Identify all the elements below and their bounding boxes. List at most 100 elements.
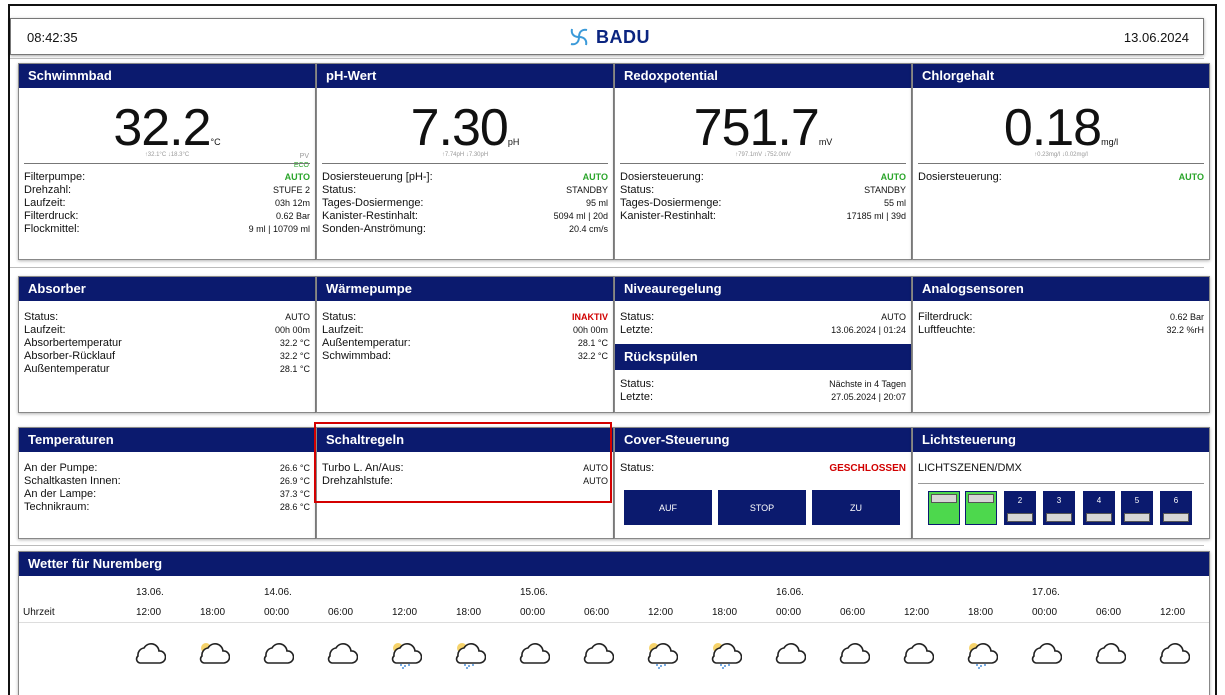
pool-temperature: 32.2°C — [113, 99, 221, 157]
brand-name: BADU — [596, 26, 650, 47]
panel-title: Redoxpotential — [615, 64, 911, 88]
backwash-title: Rückspülen — [615, 344, 911, 370]
panel-title: Niveauregelung — [615, 277, 911, 301]
absorber-panel[interactable]: Absorber Status: AUTO Laufzeit: 00h 00m Ab… — [18, 276, 316, 413]
light-scene-4[interactable]: 4 — [1083, 491, 1115, 525]
ph-rows: Dosiersteuerung [pH-]: AUTO Status: STANDB… — [322, 171, 608, 235]
pool-rows: Filterpumpe: AUTO Drehzahl: STUFE 2 Laufze… — [24, 171, 310, 235]
weather-time: 18:00 — [968, 607, 994, 618]
weather-time: 12:00 — [392, 607, 418, 618]
cover-open-button[interactable]: AUF — [624, 490, 712, 525]
cloud-icon — [1095, 643, 1126, 664]
rain-sun-icon — [455, 643, 486, 669]
rain-sun-icon — [391, 643, 422, 669]
weather-time: 00:00 — [1032, 607, 1058, 618]
divider — [918, 163, 1204, 164]
level-panel[interactable]: Niveauregelung Status: AUTO Letzte: 13.06.… — [614, 276, 912, 413]
light-scene-2[interactable]: 2 — [1004, 491, 1036, 525]
brand-logo: BADU — [566, 26, 650, 48]
analog-rows: Filterdruck: 0.62 Bar Luftfeuchte: 32.2 %r… — [918, 311, 1204, 336]
time-label: Uhrzeit — [23, 607, 55, 618]
panel-title: Cover-Steuerung — [615, 428, 911, 452]
cover-close-button[interactable]: ZU — [812, 490, 900, 525]
heatpump-rows: Status: INAKTIV Laufzeit: 00h 00m Außentem… — [322, 311, 608, 362]
panel-title: Analogsensoren — [913, 277, 1209, 301]
cover-status: Status: GESCHLOSSEN — [620, 462, 906, 474]
weather-date: 14.06. — [264, 587, 292, 598]
weather-time: 06:00 — [1096, 607, 1122, 618]
divider — [918, 483, 1204, 484]
rain-sun-icon — [647, 643, 678, 669]
panel-title: Temperaturen — [19, 428, 315, 452]
cloud-icon — [1159, 643, 1190, 664]
weather-date: 13.06. — [136, 587, 164, 598]
weather-panel[interactable]: Wetter für Nuremberg — [18, 551, 1210, 695]
chlorine-minmax: ↑0.23mg/l ↓0.02mg/l — [1034, 152, 1088, 158]
chlorine-panel[interactable]: Chlorgehalt 0.18mg/l ↑0.23mg/l ↓0.02mg/l… — [912, 63, 1210, 260]
pv-eco: PV ECO — [293, 153, 309, 169]
chlorine-rows: Dosiersteuerung: AUTO — [918, 171, 1204, 183]
cloud-icon — [327, 643, 358, 664]
divider — [620, 163, 906, 164]
weather-time: 00:00 — [264, 607, 290, 618]
weather-time: 12:00 — [1160, 607, 1186, 618]
divider — [10, 267, 1204, 268]
light-panel[interactable]: Lichtsteuerung LICHTSZENEN/DMX 2 3 4 5 6 — [912, 427, 1210, 539]
cloud-icon — [135, 643, 166, 664]
level-rows: Status: AUTO Letzte: 13.06.2024 | 01:24 — [620, 311, 906, 336]
cloud-icon — [839, 643, 870, 664]
weather-date: 16.06. — [776, 587, 804, 598]
temperatures-panel[interactable]: Temperaturen An der Pumpe: 26.6 °C Schalt… — [18, 427, 316, 539]
light-scene-6[interactable]: 6 — [1160, 491, 1192, 525]
chlorine-value: 0.18mg/l — [1003, 99, 1119, 157]
light-scene-3[interactable]: 3 — [1043, 491, 1075, 525]
redox-panel[interactable]: Redoxpotential 751.7mV ↑797.1mV ↓752.0mV… — [614, 63, 912, 260]
panel-title: pH-Wert — [317, 64, 613, 88]
pool-minmax: ↑32.1°C ↓18.3°C — [144, 152, 190, 158]
weather-date: 15.06. — [520, 587, 548, 598]
divider — [322, 163, 608, 164]
weather-time: 18:00 — [712, 607, 738, 618]
weather-time: 12:00 — [904, 607, 930, 618]
analog-panel[interactable]: Analogsensoren Filterdruck: 0.62 Bar Luft… — [912, 276, 1210, 413]
weather-time: 06:00 — [584, 607, 610, 618]
panel-title: Absorber — [19, 277, 315, 301]
cloud-icon — [1031, 643, 1062, 664]
redox-minmax: ↑797.1mV ↓752.0mV — [735, 152, 791, 158]
cover-panel[interactable]: Cover-Steuerung Status: GESCHLOSSEN AUF S… — [614, 427, 912, 539]
divider — [10, 58, 1204, 59]
heatpump-panel[interactable]: Wärmepumpe Status: INAKTIV Laufzeit: 00h 0… — [316, 276, 614, 413]
cloud-icon — [903, 643, 934, 664]
weather-time: 12:00 — [648, 607, 674, 618]
top-bar: 08:42:35 BADU 13.06.2024 — [10, 18, 1204, 55]
weather-time: 06:00 — [840, 607, 866, 618]
weather-time: 18:00 — [200, 607, 226, 618]
weather-time: 00:00 — [520, 607, 546, 618]
temperatures-rows: An der Pumpe: 26.6 °C Schaltkasten Innen:… — [24, 462, 310, 513]
date-display: 13.06.2024 — [1123, 30, 1189, 45]
light-subtitle: LICHTSZENEN/DMX — [918, 462, 1022, 474]
cover-stop-button[interactable]: STOP — [718, 490, 806, 525]
weather-time: 12:00 — [136, 607, 162, 618]
weather-time: 18:00 — [456, 607, 482, 618]
light-scene-on-2[interactable] — [965, 491, 997, 525]
partly-sunny-icon — [199, 643, 230, 664]
ph-minmax: ↑7.74pH ↓7.30pH — [441, 152, 489, 158]
panel-title: Wärmepumpe — [317, 277, 613, 301]
weather-time: 00:00 — [776, 607, 802, 618]
badu-swirl-icon — [570, 28, 588, 46]
ph-panel[interactable]: pH-Wert 7.30pH ↑7.74pH ↓7.30pH Dosierste… — [316, 63, 614, 260]
redox-value: 751.7mV — [693, 99, 833, 157]
divider — [24, 163, 310, 164]
light-scene-on-1[interactable] — [928, 491, 960, 525]
backwash-rows: Status: Nächste in 4 Tagen Letzte: 27.05.2… — [620, 378, 906, 403]
ph-value: 7.30pH — [410, 99, 520, 157]
light-scene-5[interactable]: 5 — [1121, 491, 1153, 525]
weather-time: 06:00 — [328, 607, 354, 618]
panel-title: Chlorgehalt — [913, 64, 1209, 88]
pool-panel[interactable]: Schwimmbad 32.2°C ↑32.1°C ↓18.3°C PV ECO … — [18, 63, 316, 260]
rain-sun-icon — [967, 643, 998, 669]
cloud-icon — [519, 643, 550, 664]
absorber-rows: Status: AUTO Laufzeit: 00h 00m Absorbertem… — [24, 311, 310, 375]
divider — [10, 545, 1204, 546]
